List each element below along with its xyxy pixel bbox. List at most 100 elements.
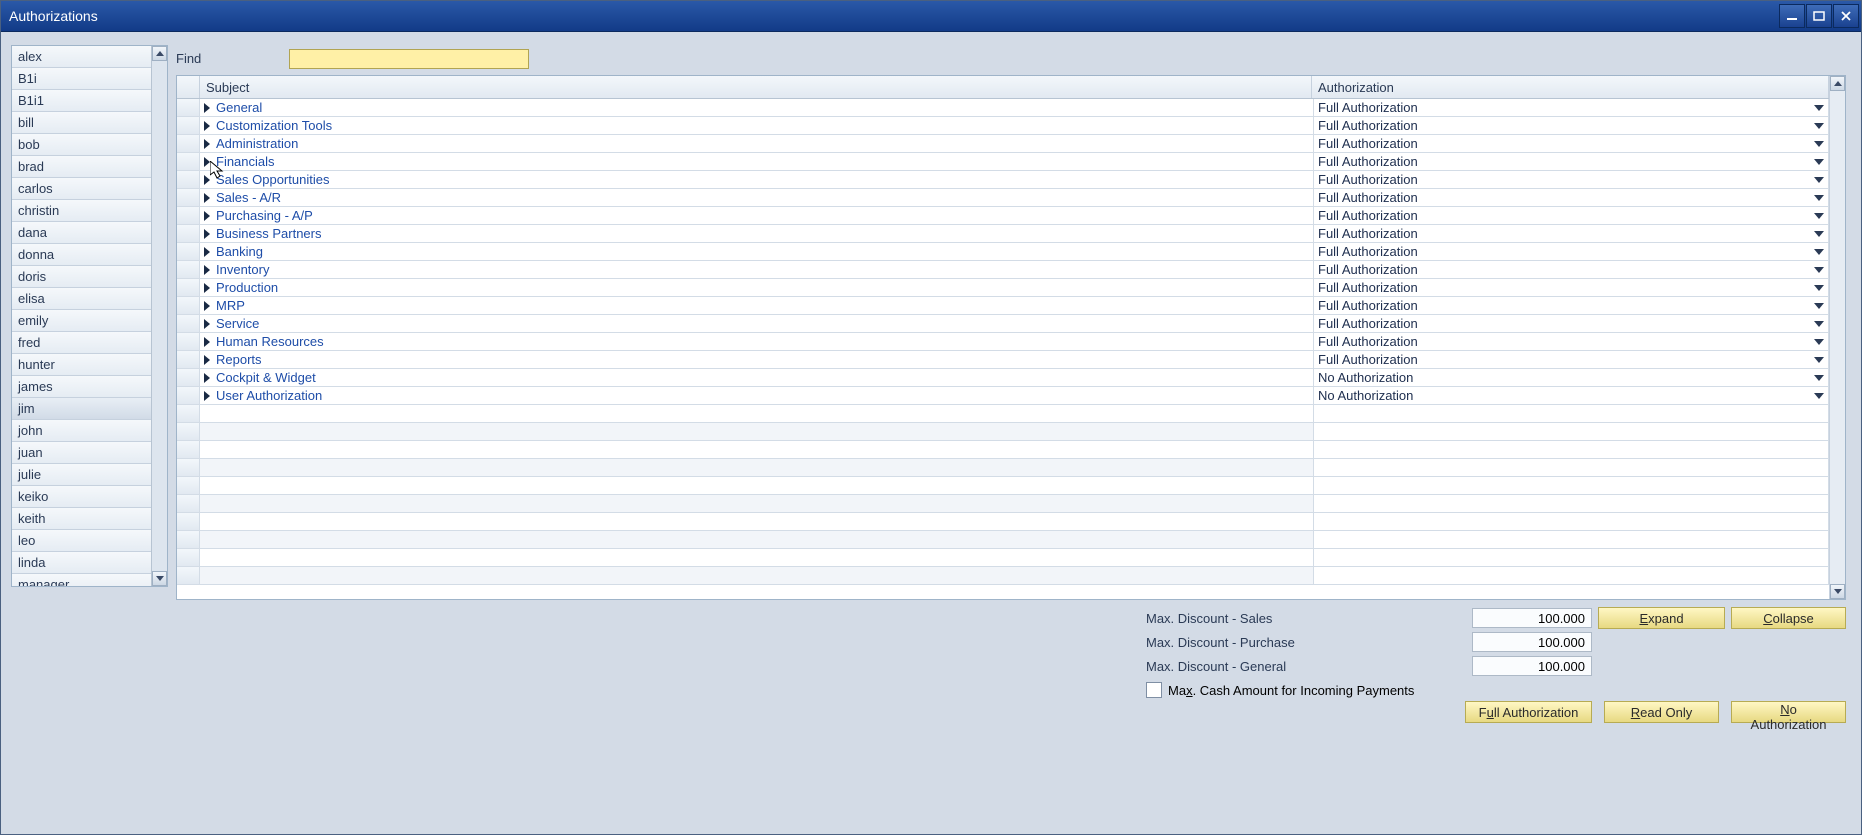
dropdown-icon[interactable] — [1814, 285, 1824, 291]
user-item[interactable]: donna — [12, 244, 151, 266]
authorization-cell[interactable]: Full Authorization — [1314, 297, 1829, 315]
subject-cell[interactable]: Banking — [200, 243, 1314, 261]
expand-icon[interactable] — [204, 121, 210, 131]
expand-icon[interactable] — [204, 103, 210, 113]
user-item[interactable]: christin — [12, 200, 151, 222]
expand-icon[interactable] — [204, 247, 210, 257]
expand-icon[interactable] — [204, 193, 210, 203]
authorization-cell[interactable]: Full Authorization — [1314, 243, 1829, 261]
table-row[interactable]: Human Resources Full Authorization — [177, 333, 1829, 351]
row-marker[interactable] — [177, 315, 200, 333]
user-item[interactable]: alex — [12, 46, 151, 68]
user-item[interactable]: keith — [12, 508, 151, 530]
column-subject[interactable]: Subject — [200, 76, 1312, 98]
table-row[interactable]: Sales - A/RFull Authorization — [177, 189, 1829, 207]
authorization-cell[interactable]: Full Authorization — [1314, 189, 1829, 207]
user-item[interactable]: john — [12, 420, 151, 442]
subject-link[interactable]: Administration — [216, 136, 298, 151]
authorization-cell[interactable]: Full Authorization — [1314, 261, 1829, 279]
table-row[interactable]: Production Full Authorization — [177, 279, 1829, 297]
authorization-cell[interactable]: Full Authorization — [1314, 225, 1829, 243]
dropdown-icon[interactable] — [1814, 213, 1824, 219]
authorization-cell[interactable]: Full Authorization — [1314, 117, 1829, 135]
subject-cell[interactable]: Purchasing - A/P — [200, 207, 1314, 225]
user-item[interactable]: carlos — [12, 178, 151, 200]
table-row[interactable]: Purchasing - A/PFull Authorization — [177, 207, 1829, 225]
user-item[interactable]: fred — [12, 332, 151, 354]
user-item[interactable]: manager — [12, 574, 151, 586]
user-item[interactable]: elisa — [12, 288, 151, 310]
dropdown-icon[interactable] — [1814, 195, 1824, 201]
user-item[interactable]: jim — [12, 398, 151, 420]
table-row[interactable]: GeneralFull Authorization — [177, 99, 1829, 117]
table-row[interactable]: ReportsFull Authorization — [177, 351, 1829, 369]
row-marker[interactable] — [177, 189, 200, 207]
authorization-cell[interactable]: Full Authorization — [1314, 351, 1829, 369]
authorization-cell[interactable]: Full Authorization — [1314, 99, 1829, 117]
table-row[interactable]: Inventory Full Authorization — [177, 261, 1829, 279]
subject-link[interactable]: Inventory — [216, 262, 269, 277]
subject-cell[interactable]: Reports — [200, 351, 1314, 369]
table-row[interactable]: User AuthorizationNo Authorization — [177, 387, 1829, 405]
subject-link[interactable]: Banking — [216, 244, 263, 259]
dropdown-icon[interactable] — [1814, 123, 1824, 129]
table-row[interactable]: Financials Full Authorization — [177, 153, 1829, 171]
find-input[interactable] — [289, 49, 529, 69]
no-authorization-button[interactable]: No Authorization — [1731, 701, 1846, 723]
max-discount-purchase-input[interactable] — [1472, 632, 1592, 652]
expand-icon[interactable] — [204, 211, 210, 221]
full-authorization-button[interactable]: Full Authorization — [1465, 701, 1592, 723]
subject-cell[interactable]: Administration — [200, 135, 1314, 153]
authorization-cell[interactable]: Full Authorization — [1314, 135, 1829, 153]
expand-icon[interactable] — [204, 319, 210, 329]
authorization-cell[interactable]: Full Authorization — [1314, 207, 1829, 225]
user-item[interactable]: B1i — [12, 68, 151, 90]
expand-icon[interactable] — [204, 337, 210, 347]
subject-link[interactable]: Customization Tools — [216, 118, 332, 133]
row-marker[interactable] — [177, 333, 200, 351]
user-item[interactable]: hunter — [12, 354, 151, 376]
subject-cell[interactable]: Business Partners — [200, 225, 1314, 243]
row-marker[interactable] — [177, 369, 200, 387]
table-row[interactable]: Business PartnersFull Authorization — [177, 225, 1829, 243]
dropdown-icon[interactable] — [1814, 339, 1824, 345]
user-item[interactable]: emily — [12, 310, 151, 332]
collapse-button[interactable]: Collapse — [1731, 607, 1846, 629]
dropdown-icon[interactable] — [1814, 141, 1824, 147]
subject-cell[interactable]: User Authorization — [200, 387, 1314, 405]
subject-cell[interactable]: General — [200, 99, 1314, 117]
subject-link[interactable]: MRP — [216, 298, 245, 313]
subject-cell[interactable]: Service — [200, 315, 1314, 333]
scroll-down-button[interactable] — [152, 571, 167, 586]
max-cash-checkbox[interactable] — [1146, 682, 1162, 698]
row-marker[interactable] — [177, 279, 200, 297]
read-only-button[interactable]: Read Only — [1604, 701, 1719, 723]
user-item[interactable]: bob — [12, 134, 151, 156]
row-marker[interactable] — [177, 243, 200, 261]
expand-icon[interactable] — [204, 373, 210, 383]
dropdown-icon[interactable] — [1814, 375, 1824, 381]
authorization-cell[interactable]: Full Authorization — [1314, 153, 1829, 171]
dropdown-icon[interactable] — [1814, 393, 1824, 399]
authorization-cell[interactable]: Full Authorization — [1314, 333, 1829, 351]
subject-cell[interactable]: MRP — [200, 297, 1314, 315]
dropdown-icon[interactable] — [1814, 267, 1824, 273]
table-row[interactable]: Sales OpportunitiesFull Authorization — [177, 171, 1829, 189]
table-row[interactable]: ServiceFull Authorization — [177, 315, 1829, 333]
user-item[interactable]: brad — [12, 156, 151, 178]
expand-icon[interactable] — [204, 175, 210, 185]
authorization-cell[interactable]: Full Authorization — [1314, 279, 1829, 297]
user-item[interactable]: bill — [12, 112, 151, 134]
subject-link[interactable]: User Authorization — [216, 388, 322, 403]
table-row[interactable]: MRP Full Authorization — [177, 297, 1829, 315]
subject-link[interactable]: Financials — [216, 154, 275, 169]
subject-link[interactable]: Production — [216, 280, 278, 295]
max-discount-general-input[interactable] — [1472, 656, 1592, 676]
minimize-button[interactable] — [1779, 4, 1805, 28]
row-marker[interactable] — [177, 351, 200, 369]
expand-icon[interactable] — [204, 283, 210, 293]
dropdown-icon[interactable] — [1814, 231, 1824, 237]
subject-link[interactable]: Human Resources — [216, 334, 324, 349]
user-item[interactable]: linda — [12, 552, 151, 574]
row-marker[interactable] — [177, 297, 200, 315]
